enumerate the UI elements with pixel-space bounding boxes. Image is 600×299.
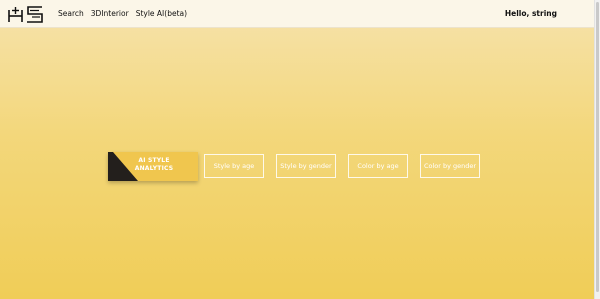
nav-links: Search 3DInterior Style AI(beta): [58, 0, 187, 27]
tab-color-by-gender[interactable]: Color by gender: [420, 154, 480, 178]
tab-style-by-age[interactable]: Style by age: [204, 154, 264, 178]
nav-link-3d-interior[interactable]: 3DInterior: [91, 9, 129, 18]
logo-icon[interactable]: [6, 4, 46, 24]
tab-color-by-age[interactable]: Color by age: [348, 154, 408, 178]
scrollbar-thumb[interactable]: [596, 2, 599, 292]
user-greeting[interactable]: Hello, string: [505, 0, 557, 27]
vertical-scrollbar[interactable]: [594, 0, 600, 299]
nav-link-search[interactable]: Search: [58, 9, 84, 18]
nav-link-style-ai[interactable]: Style AI(beta): [136, 9, 187, 18]
top-navbar: Search 3DInterior Style AI(beta) Hello, …: [0, 0, 595, 28]
tab-ai-style-analytics[interactable]: AI STYLE ANALYTICS: [108, 152, 198, 181]
tab-ai-style-analytics-label: AI STYLE ANALYTICS: [134, 157, 174, 172]
tab-style-by-gender[interactable]: Style by gender: [276, 154, 336, 178]
